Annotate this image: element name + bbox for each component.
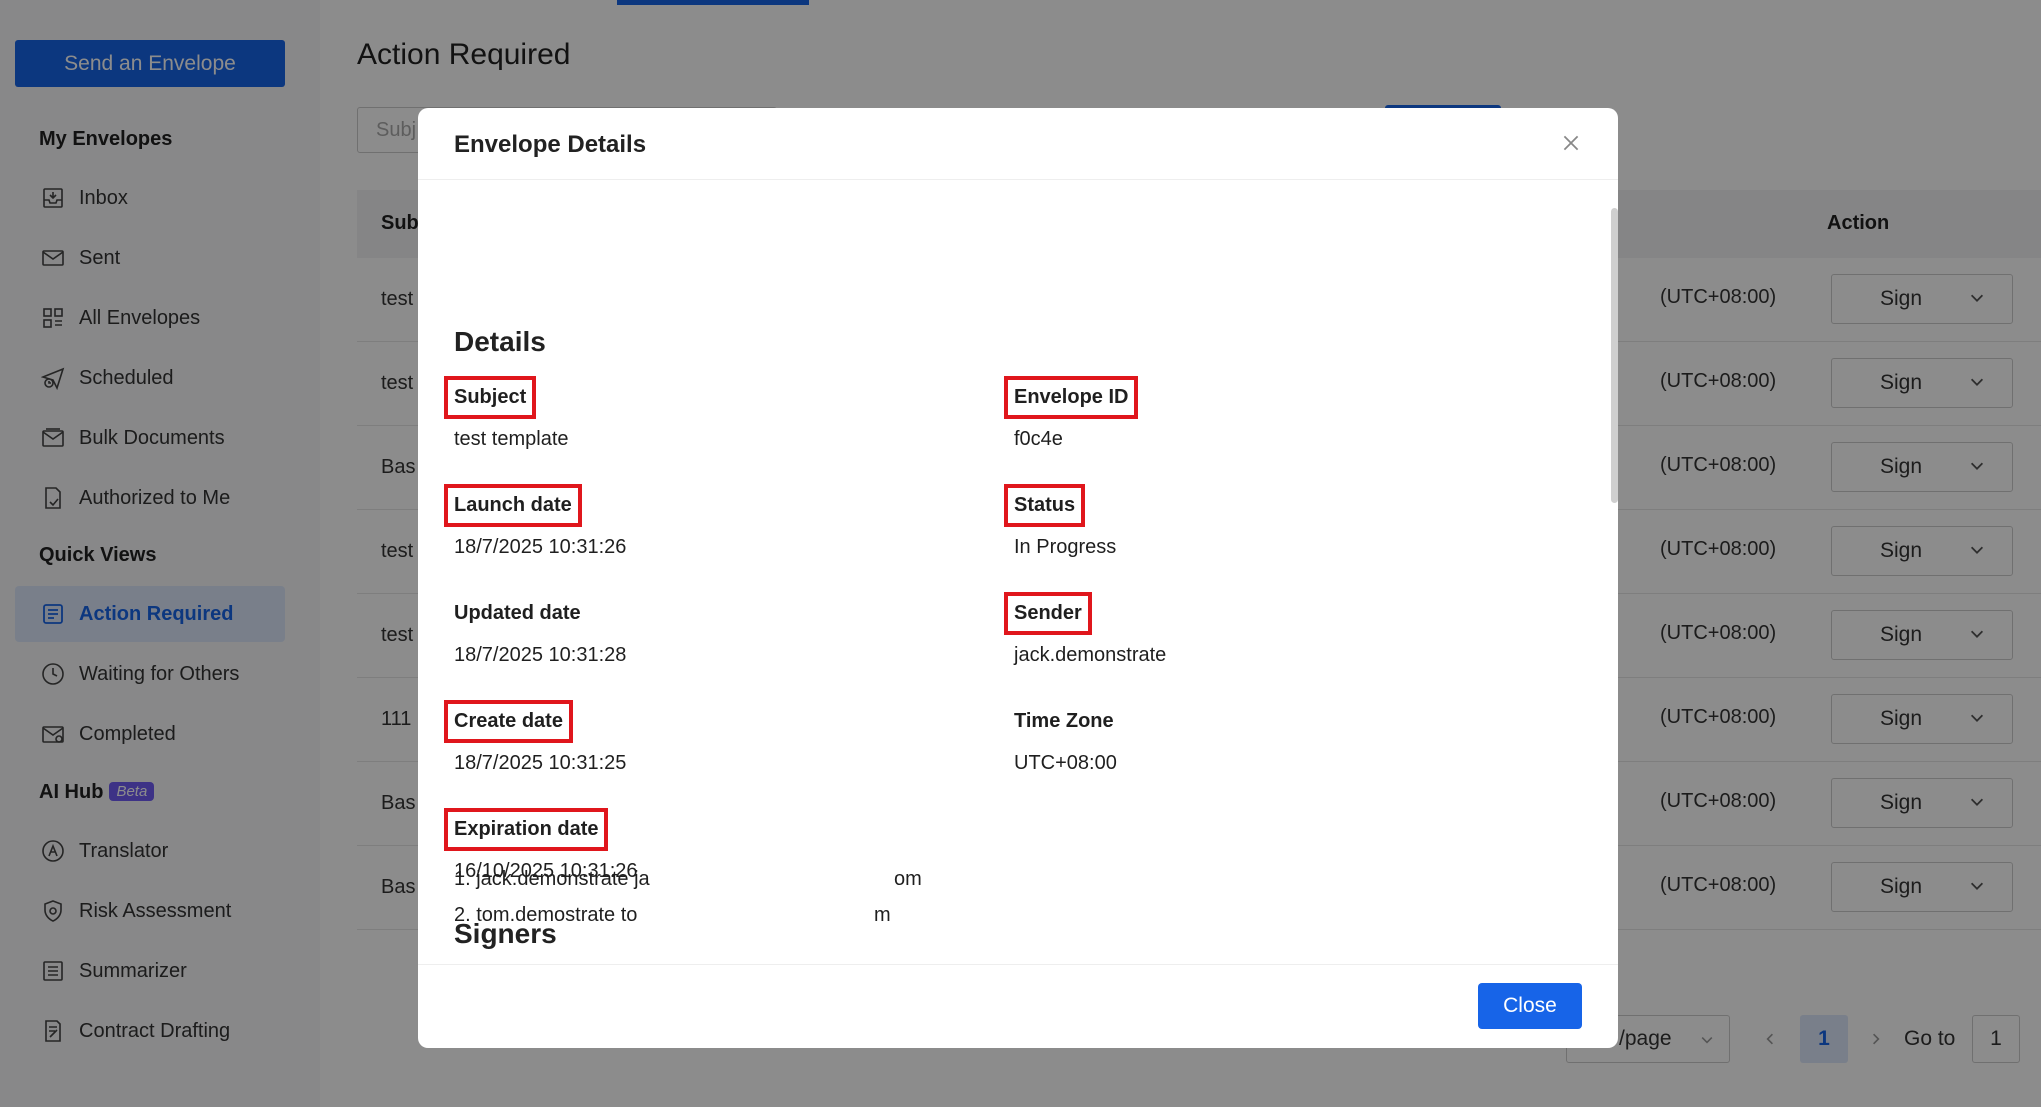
signer-item: 1. jack.demonstrate ja [454,868,650,890]
updated-date-label: Updated date [454,602,581,624]
time-zone-label: Time Zone [1014,710,1114,732]
signer-item: 2. tom.demostrate to [454,904,638,926]
launch-date-value: 18/7/2025 10:31:26 [454,536,627,558]
modal-title: Envelope Details [454,131,647,158]
expiration-date-label: Expiration date [443,808,609,851]
close-icon[interactable] [1560,132,1582,154]
sender-value: jack.demonstrate [1014,644,1167,666]
create-date-value: 18/7/2025 10:31:25 [454,752,627,774]
subject-label: Subject [443,376,537,419]
modal-body: Details Subject test template Envelope I… [418,180,1618,960]
envelope-id-label: Envelope ID [1003,376,1139,419]
subject-value: test template [454,428,569,450]
envelope-id-value: f0c4e [1014,428,1063,450]
envelope-details-modal: Envelope Details Details Subject test te… [418,108,1618,1048]
time-zone-value: UTC+08:00 [1014,752,1117,774]
modal-header: Envelope Details [418,108,1618,180]
sender-label: Sender [1004,592,1092,635]
close-button[interactable]: Close [1478,983,1582,1029]
status-value: In Progress [1014,536,1117,558]
create-date-label: Create date [444,700,573,743]
signer-item-tail: om [894,868,922,890]
details-heading: Details [454,326,546,357]
modal-scrollbar[interactable] [1611,208,1618,503]
modal-footer: Close [418,964,1618,1048]
updated-date-value: 18/7/2025 10:31:28 [454,644,627,666]
status-label: Status [1003,484,1086,527]
signer-item-tail: m [874,904,891,926]
launch-date-label: Launch date [444,484,582,527]
